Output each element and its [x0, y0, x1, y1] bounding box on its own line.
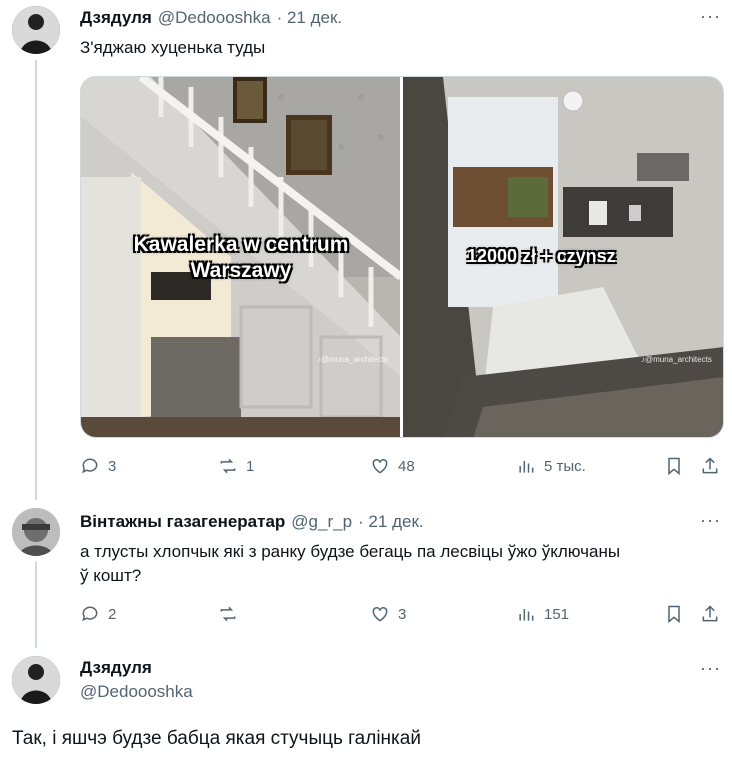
reply-button[interactable]: 2: [80, 604, 116, 624]
author-handle[interactable]: @Dedoooshka: [158, 8, 271, 28]
like-button[interactable]: 48: [370, 456, 415, 476]
bookmark-icon: [668, 457, 680, 476]
repost-button[interactable]: [218, 604, 246, 624]
analytics-icon: [519, 609, 534, 621]
author-handle[interactable]: @g_r_p: [291, 512, 352, 532]
repost-button[interactable]: 1: [218, 456, 254, 476]
tweet-date[interactable]: · 21 дек.: [277, 8, 343, 28]
more-options-button[interactable]: ···: [700, 6, 721, 27]
avatar[interactable]: [12, 508, 60, 556]
avatar-image: [12, 6, 60, 54]
view-count: 151: [544, 605, 570, 623]
author-name[interactable]: Дзядуля: [80, 658, 152, 678]
tweet-text: а тлусты хлопчык які з ранку будзе бегац…: [80, 540, 720, 588]
analytics-icon: [519, 461, 534, 473]
media-image-left[interactable]: Kawalerka w centrum Warszawy ♪@muna_arch…: [81, 77, 400, 437]
repost-count: 1: [246, 457, 255, 475]
reply-button[interactable]: 3: [80, 456, 116, 476]
tweet-header: Дзядуля @Dedoooshka · 21 дек.: [80, 8, 342, 28]
like-count: 3: [398, 605, 407, 623]
reply-icon: [82, 458, 98, 474]
tweet-text: З'яджаю хуценька туды: [80, 38, 266, 57]
tweet-header: Вінтажны газагенератар @g_r_p · 21 дек.: [80, 512, 424, 532]
share-button[interactable]: [700, 456, 720, 476]
thread-line: [35, 60, 37, 500]
heart-icon: [372, 458, 388, 474]
media-caption-right: 12000 zł + czynsz: [467, 246, 616, 266]
reply-icon: [82, 606, 98, 622]
tweet-text-line2: ў кошт?: [80, 566, 142, 585]
repost-icon: [220, 458, 236, 474]
share-icon: [702, 457, 718, 474]
views-button[interactable]: 5 тыс.: [516, 456, 586, 476]
tweet-date[interactable]: · 21 дек.: [358, 512, 424, 532]
author-handle[interactable]: @Dedoooshka: [80, 682, 193, 702]
tweet-text-line1: а тлусты хлопчык які з ранку будзе бегац…: [80, 542, 621, 561]
bookmark-button[interactable]: [664, 456, 684, 476]
reply-count: 3: [108, 457, 117, 475]
view-count: 5 тыс.: [544, 457, 586, 475]
more-options-button[interactable]: ···: [700, 510, 721, 531]
like-count: 48: [398, 457, 415, 475]
thread-line: [35, 562, 37, 648]
heart-icon: [372, 606, 388, 622]
bookmark-button[interactable]: [664, 604, 684, 624]
avatar-image: [12, 656, 60, 704]
more-options-button[interactable]: ···: [700, 658, 721, 679]
avatar[interactable]: [12, 6, 60, 54]
caption-left-line1: Kawalerka w centrum: [133, 233, 349, 256]
tweet-text: Так, і яшчэ будзе бабца якая стучыць гал…: [12, 728, 421, 749]
caption-left-line2: Warszawy: [190, 259, 292, 282]
media-watermark: ♪@muna_architects: [641, 355, 712, 364]
views-button[interactable]: 151: [516, 604, 569, 624]
avatar[interactable]: [12, 656, 60, 704]
share-button[interactable]: [700, 604, 720, 624]
tweet-media[interactable]: Kawalerka w centrum Warszawy ♪@muna_arch…: [80, 76, 724, 438]
avatar-image: [12, 508, 60, 556]
repost-icon: [220, 606, 236, 622]
media-image-right[interactable]: 12000 zł + czynsz ♪@muna_architects: [403, 77, 723, 437]
media-watermark: ♪@muna_architects: [317, 355, 388, 364]
share-icon: [702, 605, 718, 622]
like-button[interactable]: 3: [370, 604, 406, 624]
reply-count: 2: [108, 605, 117, 623]
bookmark-icon: [668, 605, 680, 624]
author-name[interactable]: Дзядуля: [80, 8, 152, 28]
media-caption-left: Kawalerka w centrum Warszawy: [81, 232, 400, 284]
author-name[interactable]: Вінтажны газагенератар: [80, 512, 285, 532]
